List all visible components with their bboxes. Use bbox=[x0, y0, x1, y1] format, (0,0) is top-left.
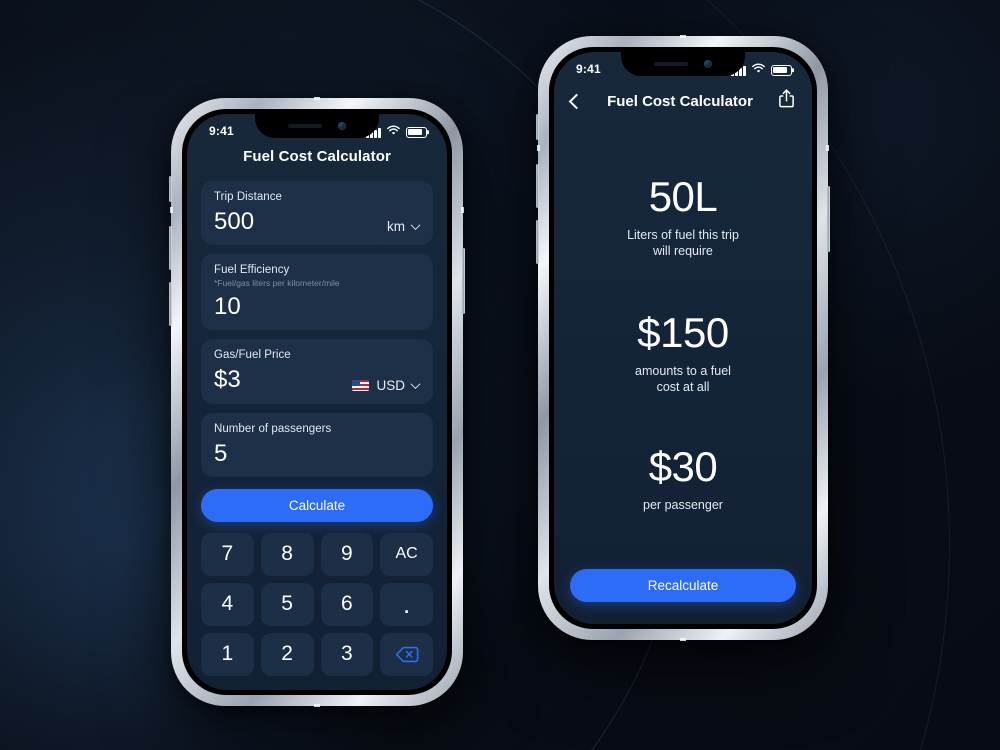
antenna-seam-right bbox=[826, 145, 829, 151]
earpiece-speaker-icon bbox=[288, 124, 322, 128]
field-label: Gas/Fuel Price bbox=[214, 349, 291, 362]
front-camera-icon bbox=[338, 122, 346, 130]
key-8[interactable]: 8 bbox=[260, 532, 314, 576]
chevron-down-icon bbox=[410, 220, 421, 231]
phone-result-screen: 9:41 Fuel Cost Calculator 50L Liters of … bbox=[536, 35, 830, 641]
silent-switch-button[interactable] bbox=[536, 114, 539, 140]
key-backspace[interactable] bbox=[380, 632, 433, 676]
phone-screen: 9:41 bbox=[554, 52, 812, 624]
field-value: 10 bbox=[214, 293, 241, 321]
antenna-seam-left bbox=[537, 145, 540, 151]
battery-icon bbox=[406, 127, 427, 138]
input-app: Fuel Cost Calculator Trip Distance 500 k… bbox=[187, 114, 447, 690]
currency-label: USD bbox=[376, 377, 405, 393]
key-4[interactable]: 4 bbox=[201, 582, 254, 626]
notch bbox=[255, 114, 379, 138]
result-app: Fuel Cost Calculator 50L Liters of fuel … bbox=[554, 52, 812, 624]
power-button[interactable] bbox=[462, 248, 465, 314]
key-5[interactable]: 5 bbox=[260, 582, 314, 626]
field-value: 5 bbox=[214, 439, 228, 467]
unit-selector-distance[interactable]: km bbox=[387, 219, 421, 235]
antenna-seam-top bbox=[314, 97, 320, 100]
result-value: $150 bbox=[637, 308, 729, 356]
earpiece-speaker-icon bbox=[654, 62, 688, 66]
currency-selector[interactable]: USD bbox=[352, 377, 421, 393]
result-per-passenger: $30 per passenger bbox=[572, 442, 794, 514]
key-1[interactable]: 1 bbox=[201, 632, 254, 676]
scene: 9:41 Fuel Cost Calculator Trip Distance … bbox=[0, 0, 1000, 750]
silent-switch-button[interactable] bbox=[169, 176, 172, 202]
calculate-button[interactable]: Calculate bbox=[201, 488, 433, 522]
numeric-keypad: 7 8 9 AC 4 5 6 . 1 2 3 bbox=[201, 532, 433, 676]
field-label: Fuel Efficiency bbox=[214, 264, 290, 277]
back-chevron-icon[interactable] bbox=[568, 93, 585, 109]
key-6[interactable]: 6 bbox=[320, 582, 374, 626]
power-button[interactable] bbox=[827, 186, 830, 252]
field-label: Number of passengers bbox=[214, 422, 332, 435]
antenna-seam-bottom bbox=[680, 638, 686, 641]
result-caption: Liters of fuel this trip will require bbox=[627, 227, 739, 259]
battery-icon bbox=[771, 65, 792, 76]
page-title: Fuel Cost Calculator bbox=[243, 148, 391, 165]
us-flag-icon bbox=[352, 379, 370, 391]
field-fuel-efficiency[interactable]: Fuel Efficiency *Fuel/gas liters per kil… bbox=[201, 254, 433, 331]
volume-up-button[interactable] bbox=[536, 164, 539, 208]
front-camera-icon bbox=[704, 60, 712, 68]
navigation-bar: Fuel Cost Calculator bbox=[554, 84, 812, 118]
key-all-clear[interactable]: AC bbox=[380, 532, 433, 576]
wifi-icon bbox=[752, 62, 765, 76]
phone-screen: 9:41 bbox=[187, 114, 447, 690]
phone-input-screen: 9:41 Fuel Cost Calculator Trip Distance … bbox=[169, 97, 465, 707]
volume-down-button[interactable] bbox=[536, 220, 539, 264]
antenna-seam-right bbox=[461, 207, 464, 213]
field-trip-distance[interactable]: Trip Distance 500 km bbox=[201, 181, 433, 246]
unit-label: km bbox=[387, 219, 405, 235]
field-hint: *Fuel/gas liters per kilometer/mile bbox=[214, 278, 340, 289]
backspace-icon bbox=[395, 646, 419, 663]
key-7[interactable]: 7 bbox=[201, 532, 254, 576]
key-2[interactable]: 2 bbox=[260, 632, 314, 676]
result-liters: 50L Liters of fuel this trip will requir… bbox=[572, 172, 794, 260]
key-9[interactable]: 9 bbox=[320, 532, 374, 576]
result-value: 50L bbox=[648, 172, 718, 220]
result-total-cost: $150 amounts to a fuel cost at all bbox=[572, 308, 794, 396]
key-decimal-point[interactable]: . bbox=[380, 582, 433, 626]
result-caption: amounts to a fuel cost at all bbox=[635, 363, 731, 395]
result-value: $30 bbox=[648, 442, 718, 490]
phone-bezel: 9:41 bbox=[182, 109, 452, 695]
notch bbox=[621, 52, 745, 76]
antenna-seam-bottom bbox=[314, 704, 320, 707]
volume-down-button[interactable] bbox=[169, 282, 172, 326]
key-3[interactable]: 3 bbox=[320, 632, 374, 676]
antenna-seam-top bbox=[680, 35, 686, 38]
chevron-down-icon bbox=[410, 378, 421, 389]
antenna-seam-left bbox=[170, 207, 173, 213]
status-time: 9:41 bbox=[209, 123, 234, 138]
wifi-icon bbox=[387, 124, 400, 138]
phone-bezel: 9:41 bbox=[549, 47, 817, 629]
page-title: Fuel Cost Calculator bbox=[607, 92, 753, 110]
volume-up-button[interactable] bbox=[169, 226, 172, 270]
field-label: Trip Distance bbox=[214, 191, 282, 203]
field-number-of-passengers[interactable]: Number of passengers 5 bbox=[201, 412, 433, 477]
recalculate-button[interactable]: Recalculate bbox=[570, 569, 796, 602]
result-caption: per passenger bbox=[643, 497, 723, 512]
share-icon[interactable] bbox=[778, 89, 795, 113]
field-gas-fuel-price[interactable]: Gas/Fuel Price $3 USD bbox=[201, 339, 433, 404]
status-time: 9:41 bbox=[576, 61, 601, 76]
